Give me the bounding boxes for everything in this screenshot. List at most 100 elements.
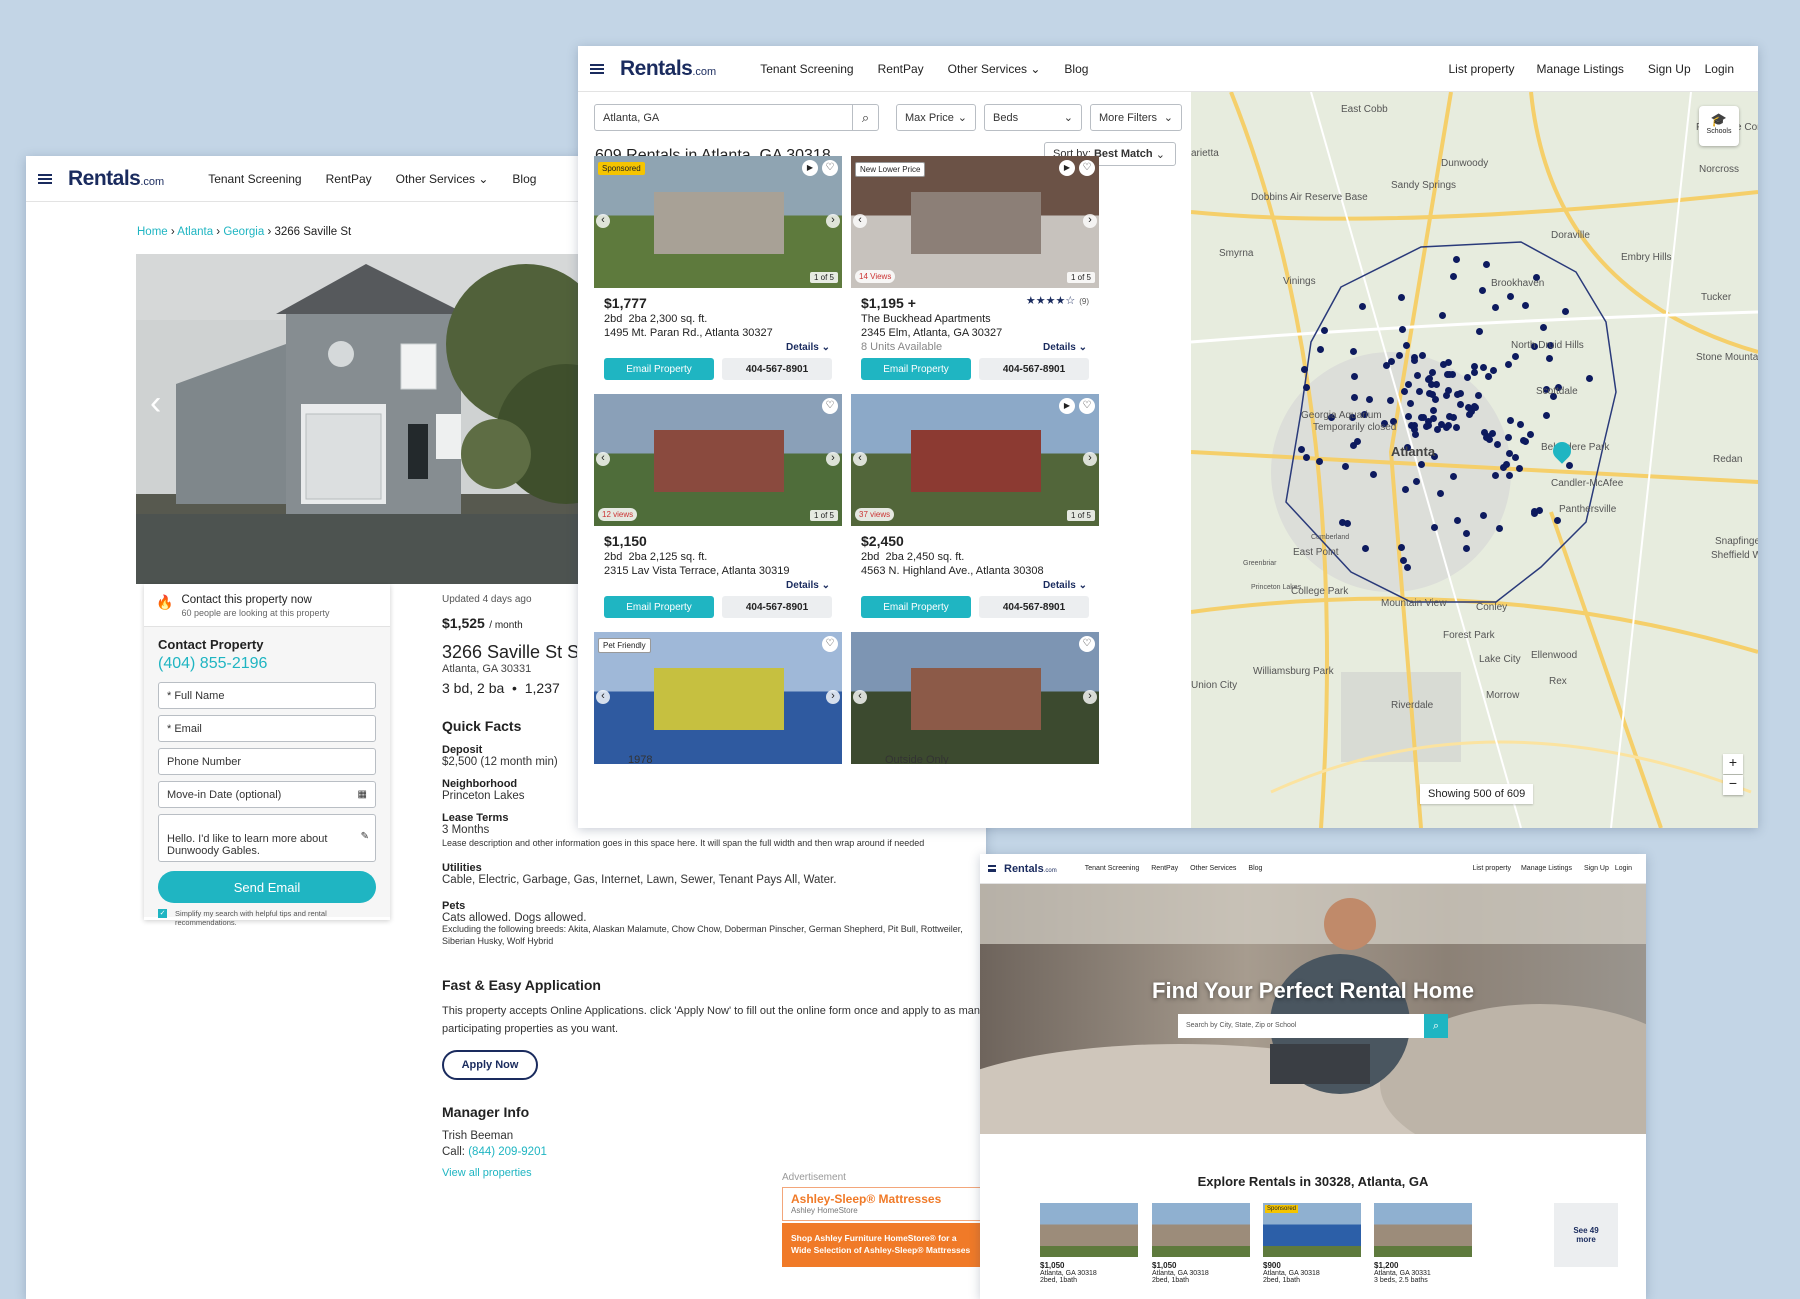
property-photo[interactable]: ‹ [136, 254, 588, 584]
map-marker[interactable] [1429, 369, 1436, 376]
breadcrumb-home[interactable]: Home [137, 226, 168, 238]
email-property-button[interactable]: Email Property [604, 596, 714, 618]
map-marker[interactable] [1430, 407, 1437, 414]
map-marker[interactable] [1446, 371, 1453, 378]
results-map[interactable]: East CobbPeachtree CornersariettaDunwood… [1191, 92, 1758, 828]
listing-photo[interactable]: ♡ ‹ › Outside Only [851, 632, 1099, 764]
nav-login[interactable]: Login [1705, 62, 1734, 76]
map-marker[interactable] [1483, 261, 1490, 268]
map-marker[interactable] [1366, 396, 1373, 403]
map-marker[interactable] [1527, 431, 1534, 438]
listing-card[interactable]: 37 views 1 of 5 ♡ ▶ ‹ › $2,450 2bd 2ba 2,450 sq… [851, 394, 1099, 624]
map-marker[interactable] [1354, 438, 1361, 445]
heart-icon[interactable]: ♡ [1079, 636, 1095, 652]
location-search-input[interactable]: Atlanta, GA ⌕ [594, 104, 879, 131]
call-button[interactable]: 404-567-8901 [979, 358, 1089, 380]
nav-list-property[interactable]: List property [1449, 62, 1515, 76]
heart-icon[interactable]: ♡ [1079, 398, 1095, 414]
see-more-card[interactable]: See 49 more [1554, 1203, 1618, 1267]
map-marker[interactable] [1480, 512, 1487, 519]
map-marker[interactable] [1412, 431, 1419, 438]
nav-rentpay[interactable]: RentPay [1151, 865, 1178, 872]
listing-card[interactable]: ♡ ‹ › Outside Only [851, 632, 1099, 828]
map-marker[interactable] [1540, 324, 1547, 331]
map-marker[interactable] [1416, 388, 1423, 395]
search-icon[interactable]: ⌕ [852, 105, 878, 130]
map-marker[interactable] [1432, 396, 1439, 403]
call-button[interactable]: 404-567-8901 [722, 358, 832, 380]
map-marker[interactable] [1522, 302, 1529, 309]
map-marker[interactable] [1400, 557, 1407, 564]
beds-dropdown[interactable]: Beds ⌄ [984, 104, 1082, 131]
map-marker[interactable] [1494, 441, 1501, 448]
listing-photo[interactable]: New Lower Price 14 Views 1 of 5 ♡ ▶ ‹ › [851, 156, 1099, 288]
message-field[interactable]: Hello. I'd like to learn more about Dunw… [158, 814, 376, 862]
map-marker[interactable] [1566, 462, 1573, 469]
map-marker[interactable] [1507, 417, 1514, 424]
next-photo-icon[interactable]: › [1083, 452, 1097, 466]
map-marker[interactable] [1413, 478, 1420, 485]
map-marker[interactable] [1463, 545, 1470, 552]
map-marker[interactable] [1586, 375, 1593, 382]
listing-card[interactable]: Pet Friendly ♡ ‹ › 1978 [594, 632, 842, 828]
zoom-out-button[interactable]: − [1723, 775, 1743, 795]
map-marker[interactable] [1440, 361, 1447, 368]
hero-search-input[interactable]: Search by City, State, Zip or School [1178, 1014, 1424, 1038]
map-marker[interactable] [1317, 346, 1324, 353]
map-marker[interactable] [1303, 384, 1310, 391]
logo[interactable]: Rentals.com [620, 57, 716, 81]
map-marker[interactable] [1437, 490, 1444, 497]
map-marker[interactable] [1316, 458, 1323, 465]
map-marker[interactable] [1517, 421, 1524, 428]
map-marker[interactable] [1490, 367, 1497, 374]
prev-photo-icon[interactable]: ‹ [853, 214, 867, 228]
nav-tenant-screening[interactable]: Tenant Screening [1085, 865, 1139, 872]
map-marker[interactable] [1405, 413, 1412, 420]
map-marker[interactable] [1479, 287, 1486, 294]
details-toggle[interactable]: Details ⌄ [1043, 342, 1087, 353]
video-icon[interactable]: ▶ [1059, 398, 1075, 414]
map-marker[interactable] [1562, 308, 1569, 315]
map-marker[interactable] [1484, 433, 1491, 440]
map-marker[interactable] [1475, 392, 1482, 399]
prev-photo-icon[interactable]: ‹ [596, 690, 610, 704]
next-photo-icon[interactable]: › [826, 214, 840, 228]
map-marker[interactable] [1342, 463, 1349, 470]
hero-search[interactable]: Search by City, State, Zip or School ⌕ [1178, 1014, 1448, 1038]
call-button[interactable]: 404-567-8901 [979, 596, 1089, 618]
schools-button[interactable]: 🎓 Schools [1699, 106, 1739, 146]
map-marker[interactable] [1506, 472, 1513, 479]
heart-icon[interactable]: ♡ [822, 636, 838, 652]
map-marker[interactable] [1512, 454, 1519, 461]
map-marker[interactable] [1388, 358, 1395, 365]
map-marker[interactable] [1401, 388, 1408, 395]
map-marker[interactable] [1298, 446, 1305, 453]
nav-sign-up[interactable]: Sign Up [1648, 62, 1691, 76]
listing-photo[interactable]: Sponsored 1 of 5 ♡ ▶ ‹ › [594, 156, 842, 288]
advertisement[interactable]: Advertisement Ashley-Sleep® Mattresses A… [782, 1172, 982, 1299]
map-marker[interactable] [1362, 545, 1369, 552]
map-marker[interactable] [1471, 369, 1478, 376]
apply-now-button[interactable]: Apply Now [442, 1049, 538, 1080]
map-marker[interactable] [1426, 390, 1433, 397]
map-marker[interactable] [1420, 414, 1427, 421]
rental-photo[interactable]: Sponsored [1263, 1203, 1361, 1257]
map-marker[interactable] [1396, 352, 1403, 359]
map-marker[interactable] [1480, 364, 1487, 371]
map-marker[interactable] [1454, 517, 1461, 524]
map-marker[interactable] [1301, 366, 1308, 373]
nav-other-services[interactable]: Other Services ⌄ [396, 172, 489, 186]
email-property-button[interactable]: Email Property [861, 596, 971, 618]
more-filters-dropdown[interactable]: More Filters ⌄ [1090, 104, 1182, 131]
map-marker[interactable] [1351, 373, 1358, 380]
prev-photo-icon[interactable]: ‹ [596, 452, 610, 466]
details-toggle[interactable]: Details ⌄ [1043, 580, 1087, 591]
call-button[interactable]: 404-567-8901 [722, 596, 832, 618]
menu-icon[interactable] [38, 173, 52, 184]
listing-photo[interactable]: 37 views 1 of 5 ♡ ▶ ‹ › [851, 394, 1099, 526]
map-marker[interactable] [1405, 381, 1412, 388]
map-marker[interactable] [1419, 352, 1426, 359]
zoom-in-button[interactable]: + [1723, 754, 1743, 774]
listing-card[interactable]: 12 views 1 of 5 ♡ ‹ › $1,150 2bd 2ba 2,125 sq.… [594, 394, 842, 624]
details-toggle[interactable]: Details ⌄ [786, 342, 830, 353]
